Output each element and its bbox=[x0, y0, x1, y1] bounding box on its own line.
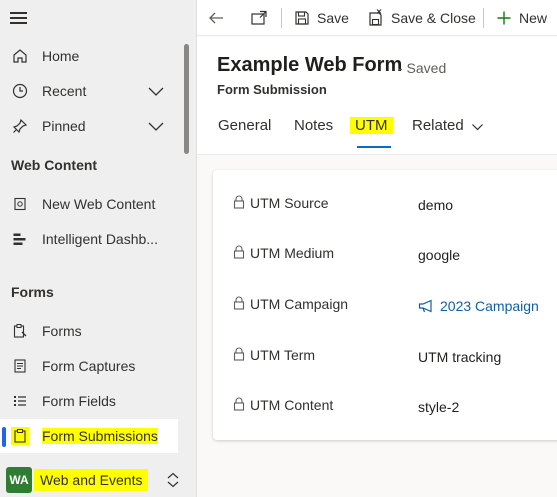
field-label: UTM Medium bbox=[250, 245, 335, 261]
save-close-icon bbox=[369, 9, 382, 26]
form-icon bbox=[11, 322, 29, 340]
section-header-forms: Forms bbox=[11, 284, 54, 300]
tab-notes[interactable]: Notes bbox=[294, 117, 333, 134]
sidebar: Home Recent Pinned Web Content New Web C… bbox=[0, 0, 197, 497]
hamburger-menu-icon[interactable] bbox=[10, 9, 30, 27]
dashboard-icon bbox=[11, 230, 29, 248]
app-window: Home Recent Pinned Web Content New Web C… bbox=[0, 0, 557, 497]
home-icon bbox=[11, 47, 29, 65]
capture-icon bbox=[11, 357, 29, 375]
pin-icon bbox=[11, 117, 29, 135]
active-indicator bbox=[2, 427, 6, 447]
section-header-web-content: Web Content bbox=[11, 157, 98, 173]
sidebar-item-label: Intelligent Dashb... bbox=[42, 231, 158, 247]
lock-icon bbox=[233, 245, 245, 259]
save-icon bbox=[295, 11, 309, 25]
entity-name: Form Submission bbox=[217, 82, 327, 97]
arrow-left-icon bbox=[209, 12, 223, 24]
sidebar-item-label: Pinned bbox=[42, 118, 86, 134]
separator bbox=[483, 8, 484, 28]
back-button[interactable] bbox=[207, 0, 232, 36]
sidebar-item-label: Form Captures bbox=[42, 358, 136, 374]
plus-icon bbox=[497, 11, 511, 25]
field-label: UTM Campaign bbox=[250, 296, 349, 312]
sidebar-item-label: Form Fields bbox=[42, 393, 116, 409]
lock-icon bbox=[233, 195, 245, 209]
field-value[interactable]: style-2 bbox=[418, 399, 459, 415]
sidebar-item-recent[interactable]: Recent bbox=[0, 74, 196, 108]
sidebar-item-pinned[interactable]: Pinned bbox=[0, 109, 196, 143]
field-utm-content: UTM Content style-2 bbox=[213, 397, 557, 427]
chevron-down-icon[interactable] bbox=[471, 121, 484, 133]
record-title: Example Web Form bbox=[217, 54, 403, 76]
field-label: UTM Content bbox=[250, 397, 334, 413]
record-header: Example Web Form - Saved Form Submission… bbox=[197, 37, 557, 155]
sidebar-item-home[interactable]: Home bbox=[0, 39, 196, 73]
save-close-button[interactable]: Save & Close bbox=[368, 0, 476, 36]
sidebar-item-label: Home bbox=[42, 48, 80, 64]
utm-section-card: UTM Source demo UTM Medium google UTM Ca… bbox=[213, 170, 557, 440]
lock-icon bbox=[233, 397, 245, 411]
separator bbox=[281, 8, 282, 28]
area-label: Web and Events bbox=[34, 469, 149, 491]
chevron-up-down-icon[interactable] bbox=[165, 471, 181, 489]
save-button[interactable]: Save bbox=[294, 0, 349, 36]
field-value[interactable]: demo bbox=[418, 197, 453, 213]
field-utm-source: UTM Source demo bbox=[213, 195, 557, 225]
sidebar-item-form-captures[interactable]: Form Captures bbox=[0, 349, 196, 383]
chevron-down-icon[interactable] bbox=[147, 117, 165, 135]
lock-icon bbox=[233, 347, 245, 361]
field-value[interactable]: UTM tracking bbox=[418, 349, 501, 365]
sidebar-item-forms[interactable]: Forms bbox=[0, 314, 196, 348]
tab-general[interactable]: General bbox=[218, 117, 271, 134]
field-label: UTM Term bbox=[250, 347, 316, 363]
field-utm-campaign: UTM Campaign 2023 Campaign bbox=[213, 296, 557, 326]
field-value[interactable]: google bbox=[418, 247, 460, 263]
new-button[interactable]: New bbox=[496, 0, 547, 36]
lock-icon bbox=[233, 296, 245, 310]
sidebar-item-label: Forms bbox=[42, 323, 82, 339]
command-bar: Save Save & Close New bbox=[197, 0, 557, 36]
open-in-new-window-icon bbox=[251, 10, 267, 25]
field-utm-medium: UTM Medium google bbox=[213, 245, 557, 275]
active-tab-indicator bbox=[357, 146, 391, 148]
open-new-window-button[interactable] bbox=[250, 0, 275, 36]
field-label: UTM Source bbox=[250, 195, 329, 211]
tab-utm[interactable]: UTM bbox=[350, 117, 393, 134]
chevron-down-icon[interactable] bbox=[147, 82, 165, 100]
save-status: - Saved bbox=[398, 60, 447, 76]
campaign-link[interactable]: 2023 Campaign bbox=[418, 298, 539, 314]
sidebar-item-new-web-content[interactable]: New Web Content bbox=[0, 187, 196, 221]
campaign-link-text: 2023 Campaign bbox=[440, 298, 539, 314]
sidebar-item-form-submissions[interactable]: Form Submissions bbox=[0, 419, 178, 453]
field-utm-term: UTM Term UTM tracking bbox=[213, 347, 557, 377]
sidebar-item-form-fields[interactable]: Form Fields bbox=[0, 384, 196, 418]
sidebar-item-label: Form Submissions bbox=[42, 428, 158, 444]
sidebar-item-label: Recent bbox=[42, 83, 87, 99]
list-icon bbox=[11, 392, 29, 410]
save-close-label: Save & Close bbox=[391, 10, 476, 26]
new-label: New bbox=[519, 10, 548, 26]
web-page-icon bbox=[11, 195, 29, 213]
tab-related[interactable]: Related bbox=[412, 117, 464, 134]
sidebar-item-intelligent-dashboard[interactable]: Intelligent Dashb... bbox=[0, 222, 196, 256]
megaphone-icon bbox=[418, 299, 432, 313]
clipboard-icon bbox=[11, 427, 29, 445]
area-switcher[interactable]: WA Web and Events bbox=[0, 463, 196, 497]
clock-icon bbox=[11, 82, 29, 100]
area-badge: WA bbox=[6, 467, 32, 493]
sidebar-item-label: New Web Content bbox=[42, 196, 156, 212]
save-label: Save bbox=[317, 10, 349, 26]
